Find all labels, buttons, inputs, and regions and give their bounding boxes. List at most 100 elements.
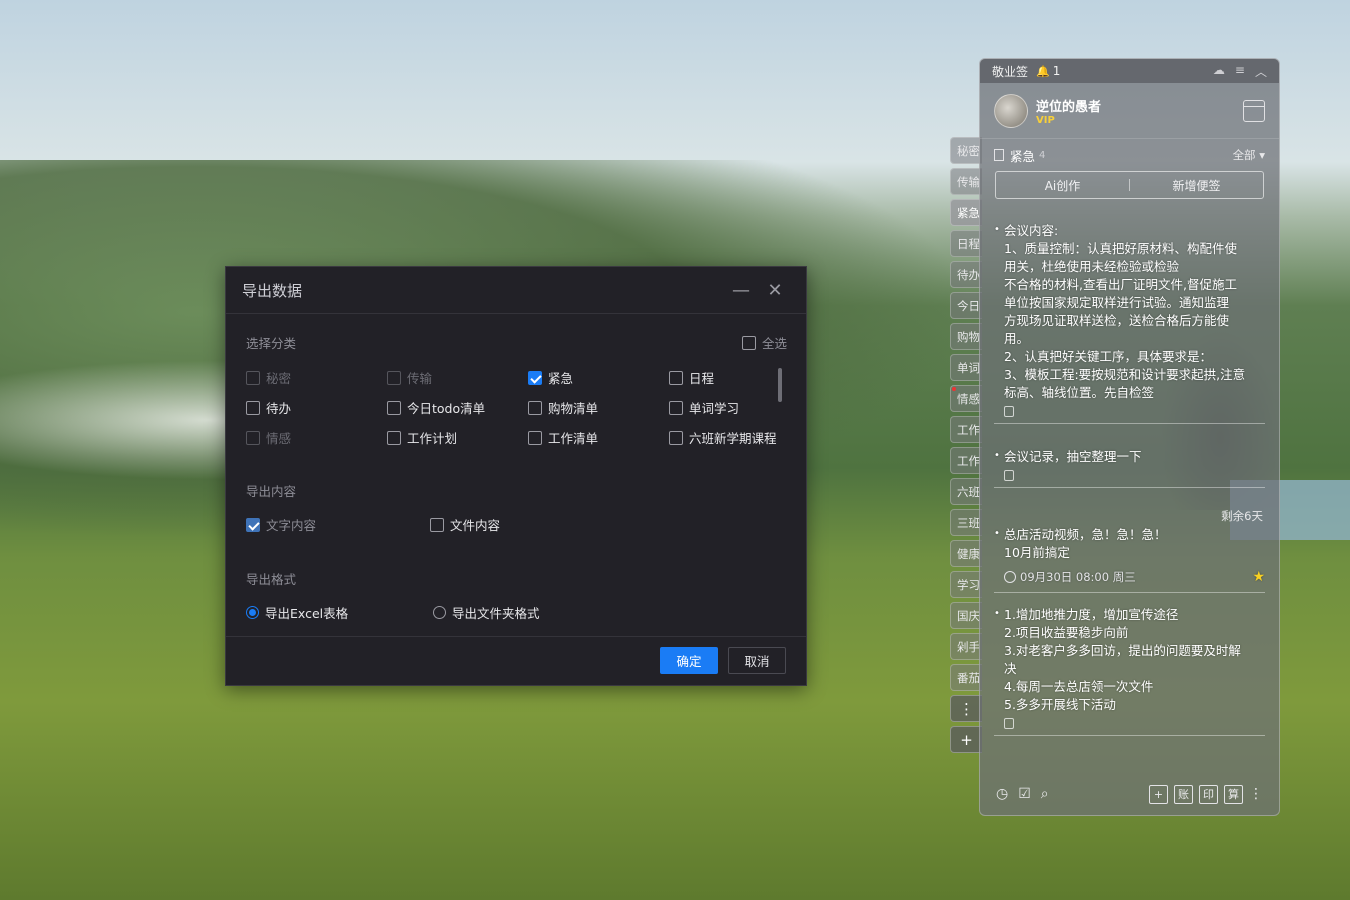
category-label: 工作清单 xyxy=(548,431,599,446)
footer-tool-button[interactable]: + xyxy=(1149,784,1168,804)
footer-tool-button[interactable]: 印 xyxy=(1199,784,1218,804)
note-line: 2、认真把好关键工序，具体要求是： xyxy=(1004,349,1212,364)
note-line: 决 xyxy=(1004,661,1017,676)
category-label: 紧急 xyxy=(548,371,574,386)
category-checkbox[interactable]: 待办 xyxy=(246,398,291,417)
category-label: 今日todo清单 xyxy=(407,401,486,416)
export-format-label: 导出格式 xyxy=(246,572,297,587)
side-tab[interactable]: 紧急 xyxy=(950,199,982,226)
category-checkbox[interactable]: 六班新学期课程 xyxy=(669,428,777,447)
side-tab[interactable]: 国庆 xyxy=(950,602,982,629)
category-box[interactable] xyxy=(387,370,401,385)
side-tab[interactable]: 剁手 xyxy=(950,633,982,660)
format-folder-radio[interactable]: 导出文件夹格式 xyxy=(433,603,540,622)
lock-icon[interactable] xyxy=(1004,470,1014,481)
side-tab[interactable]: 购物 xyxy=(950,323,982,350)
category-scrollbar[interactable] xyxy=(778,368,782,402)
calendar-icon[interactable] xyxy=(1243,99,1265,122)
category-checkbox[interactable]: 今日todo清单 xyxy=(387,398,485,417)
category-box[interactable] xyxy=(669,400,683,415)
note-line: 2.项目收益要稳步向前 xyxy=(1004,625,1129,640)
cloud-icon[interactable]: ☁ xyxy=(1213,63,1225,80)
more-icon[interactable]: ⋮ xyxy=(950,695,982,722)
menu-icon[interactable]: ≡ xyxy=(1235,63,1245,80)
footer-tools: + 账印算 ⋮ xyxy=(1149,784,1263,804)
panel-titlebar: 敬业签 🔔 1 ☁ ≡ ︿ xyxy=(980,59,1279,83)
category-label: 工作计划 xyxy=(407,431,458,446)
side-tab[interactable]: 日程 xyxy=(950,230,982,257)
lock-icon[interactable] xyxy=(1004,406,1014,417)
side-tab[interactable]: 传输 xyxy=(950,168,982,195)
add-icon[interactable]: + xyxy=(950,726,982,753)
content-file-box[interactable] xyxy=(430,517,444,532)
category-box[interactable] xyxy=(669,370,683,385)
select-all-box[interactable] xyxy=(742,335,756,350)
content-text-checkbox[interactable]: 文字内容 xyxy=(246,515,316,534)
category-label: 情感 xyxy=(266,431,292,446)
category-label: 六班新学期课程 xyxy=(689,431,777,446)
category-box[interactable] xyxy=(528,400,542,415)
avatar[interactable] xyxy=(994,93,1028,128)
category-checkbox[interactable]: 工作清单 xyxy=(528,428,598,447)
category-checkbox[interactable]: 工作计划 xyxy=(387,428,457,447)
cancel-button[interactable]: 取消 xyxy=(728,647,786,674)
category-label: 秘密 xyxy=(266,371,292,386)
note-item[interactable]: 1.增加地推力度，增加宣传途径2.项目收益要稳步向前 3.对老客户多多回访，提出的… xyxy=(994,605,1265,736)
side-tab[interactable]: 今日 xyxy=(950,292,982,319)
category-box[interactable] xyxy=(246,370,260,385)
category-box[interactable] xyxy=(528,430,542,445)
side-tab[interactable]: 单词 xyxy=(950,354,982,381)
ai-create-button[interactable]: Ai创作 xyxy=(996,177,1129,194)
content-text-box[interactable] xyxy=(246,517,260,532)
side-tab[interactable]: 情感 xyxy=(950,385,982,412)
checklist-icon[interactable]: ☑ xyxy=(1018,786,1031,802)
filter-dropdown[interactable]: 全部 ▾ xyxy=(1233,147,1265,163)
category-box[interactable] xyxy=(528,370,542,385)
side-tab[interactable]: 三班 xyxy=(950,509,982,536)
format-excel-radio[interactable]: 导出Excel表格 xyxy=(246,603,348,622)
side-tab[interactable]: 工作 xyxy=(950,416,982,443)
category-box[interactable] xyxy=(387,430,401,445)
confirm-button[interactable]: 确定 xyxy=(660,647,718,674)
category-checkbox[interactable]: 日程 xyxy=(669,368,714,387)
note-item[interactable]: 总店活动视频，急！急！急！10月前搞定 09月30日 08:00 周三 ★ xyxy=(994,525,1265,593)
more-icon[interactable]: ⋮ xyxy=(1249,786,1263,802)
category-count: 4 xyxy=(1039,149,1046,161)
category-checkbox[interactable]: 传输 xyxy=(387,368,432,387)
star-icon[interactable]: ★ xyxy=(1252,568,1265,586)
content-file-checkbox[interactable]: 文件内容 xyxy=(430,515,500,534)
format-excel-dot[interactable] xyxy=(246,606,259,619)
new-note-button[interactable]: 新增便签 xyxy=(1130,177,1263,194)
lock-icon[interactable] xyxy=(1004,718,1014,729)
format-folder-dot[interactable] xyxy=(433,606,446,619)
side-tab[interactable]: 学习 xyxy=(950,571,982,598)
side-tab[interactable]: 秘密 xyxy=(950,137,982,164)
category-checkbox[interactable]: 情感 xyxy=(246,428,291,447)
category-box[interactable] xyxy=(387,400,401,415)
category-checkbox[interactable]: 单词学习 xyxy=(669,398,739,417)
side-tab[interactable]: 六班 xyxy=(950,478,982,505)
clock-icon[interactable]: ◷ xyxy=(996,786,1008,802)
note-item[interactable]: 会议记录，抽空整理一下 xyxy=(994,447,1265,488)
category-box[interactable] xyxy=(246,430,260,445)
side-tab[interactable]: 健康 xyxy=(950,540,982,567)
select-all-checkbox[interactable]: 全选 xyxy=(742,333,787,352)
category-checkbox[interactable]: 紧急 xyxy=(528,368,573,387)
footer-tool-button[interactable]: 算 xyxy=(1224,784,1243,804)
category-checkbox[interactable]: 购物清单 xyxy=(528,398,598,417)
side-tab[interactable]: 待办 xyxy=(950,261,982,288)
bell-icon[interactable]: 🔔 xyxy=(1036,65,1050,78)
note-line: 4.每周一去总店领一次文件 xyxy=(1004,679,1154,694)
note-item[interactable]: 会议内容:1、质量控制：认真把好原材料、构配件使用关，杜绝使用未经检验或检验不合… xyxy=(994,221,1265,424)
close-icon[interactable]: ✕ xyxy=(760,275,790,305)
category-box[interactable] xyxy=(669,430,683,445)
minimize-icon[interactable]: — xyxy=(726,275,756,305)
footer-tool-button[interactable]: 账 xyxy=(1174,784,1193,804)
category-checkbox[interactable]: 秘密 xyxy=(246,368,291,387)
dialog-title: 导出数据 xyxy=(242,281,303,300)
side-tab[interactable]: 番茄 xyxy=(950,664,982,691)
collapse-icon[interactable]: ︿ xyxy=(1255,63,1267,80)
side-tab[interactable]: 工作 xyxy=(950,447,982,474)
category-box[interactable] xyxy=(246,400,260,415)
search-icon[interactable]: ⌕ xyxy=(1041,786,1049,802)
